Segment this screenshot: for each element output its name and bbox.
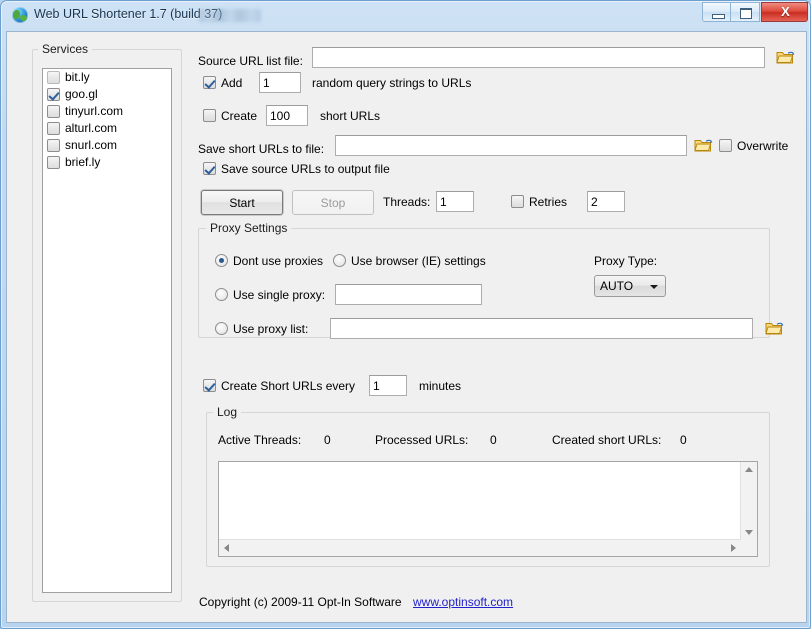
active-threads-value: 0 [324,433,331,447]
scrollbar-corner [741,540,757,556]
service-checkbox-briefly[interactable] [47,156,60,169]
retries-input[interactable] [587,191,625,212]
source-url-input[interactable] [312,47,765,68]
active-threads-label: Active Threads: [218,433,302,447]
log-horizontal-scrollbar[interactable] [219,539,741,556]
overwrite-label: Overwrite [737,139,789,153]
scroll-right-icon[interactable] [731,544,736,552]
service-checkbox-googl[interactable] [47,88,60,101]
list-item[interactable]: tinyurl.com [43,103,171,120]
window-controls: X [702,2,808,22]
processed-urls-label: Processed URLs: [375,433,469,447]
service-checkbox-snurl[interactable] [47,139,60,152]
create-urls-checkbox[interactable] [203,109,216,122]
proxy-browser-radio[interactable] [333,254,346,267]
proxy-settings-title: Proxy Settings [206,221,292,235]
maximize-button[interactable] [731,2,760,22]
client-area: Services bit.ly goo.gl tinyurl.com altur… [6,31,807,623]
service-label: bit.ly [65,70,90,84]
service-label: goo.gl [65,87,98,101]
list-item[interactable]: goo.gl [43,86,171,103]
start-button[interactable]: Start [201,190,283,215]
minimize-icon [712,14,725,19]
save-to-input[interactable] [335,135,687,156]
source-browse-folder-open-icon[interactable] [776,49,795,65]
created-urls-label: Created short URLs: [552,433,662,447]
services-group-title: Services [38,42,93,56]
service-label: brief.ly [65,155,101,169]
list-item[interactable]: brief.ly [43,154,171,171]
create-urls-suffix-label: short URLs [320,109,381,123]
copyright-text: Copyright (c) 2009-11 Opt-In Software [199,595,402,609]
schedule-unit-label: minutes [419,379,462,393]
maximize-icon [740,8,752,19]
save-source-label: Save source URLs to output file [221,162,390,176]
scroll-left-icon[interactable] [224,544,229,552]
optinsoft-website-link[interactable]: www.optinsoft.com [413,595,513,609]
application-window: Web URL Shortener 1.7 (build 37) X Servi… [0,0,811,629]
save-to-label: Save short URLs to file: [198,142,325,156]
proxy-list-browse-folder-open-icon[interactable] [765,320,784,336]
proxy-type-value: AUTO [600,279,634,293]
scroll-down-icon[interactable] [745,530,753,535]
save-source-checkbox[interactable] [203,162,216,175]
log-vertical-scrollbar[interactable] [740,462,757,540]
add-query-count-input[interactable] [259,72,301,93]
service-checkbox-bitly[interactable] [47,71,60,84]
proxy-none-radio[interactable] [215,254,228,267]
log-group-title: Log [213,405,242,419]
globe-icon [12,7,28,23]
service-checkbox-alturl[interactable] [47,122,60,135]
list-item[interactable]: alturl.com [43,120,171,137]
list-item[interactable]: bit.ly [43,69,171,86]
service-checkbox-tinyurl[interactable] [47,105,60,118]
service-label: tinyurl.com [65,104,124,118]
overwrite-checkbox[interactable] [719,139,732,152]
add-query-checkbox[interactable] [203,76,216,89]
source-url-label: Source URL list file: [198,54,303,68]
create-urls-count-input[interactable] [266,105,308,126]
log-output-textarea[interactable] [218,461,758,557]
schedule-minutes-input[interactable] [369,375,407,396]
list-item[interactable]: snurl.com [43,137,171,154]
proxy-list-input[interactable] [330,318,753,339]
proxy-none-label: Dont use proxies [233,254,324,268]
title-bar[interactable]: Web URL Shortener 1.7 (build 37) X [1,1,811,30]
created-urls-value: 0 [680,433,687,447]
create-urls-label: Create [221,109,258,123]
service-label: snurl.com [65,138,118,152]
proxy-list-radio[interactable] [215,322,228,335]
add-query-suffix-label: random query strings to URLs [312,76,472,90]
save-to-browse-folder-open-icon[interactable] [694,137,713,153]
processed-urls-value: 0 [490,433,497,447]
service-label: alturl.com [65,121,118,135]
stop-button: Stop [292,190,374,215]
proxy-single-input[interactable] [335,284,482,305]
window-frame: Web URL Shortener 1.7 (build 37) X Servi… [0,0,811,629]
proxy-type-label: Proxy Type: [594,254,658,268]
retries-checkbox[interactable] [511,195,524,208]
threads-label: Threads: [383,195,431,209]
proxy-single-label: Use single proxy: [233,288,326,302]
services-listbox[interactable]: bit.ly goo.gl tinyurl.com alturl.com snu… [42,68,172,593]
proxy-list-label: Use proxy list: [233,322,309,336]
retries-label: Retries [529,195,568,209]
threads-input[interactable] [436,191,474,212]
add-query-label: Add [221,76,243,90]
close-icon: X [781,4,790,19]
scroll-up-icon[interactable] [745,467,753,472]
minimize-button[interactable] [702,2,731,22]
schedule-checkbox[interactable] [203,379,216,392]
proxy-type-select[interactable]: AUTO [594,275,666,297]
proxy-browser-label: Use browser (IE) settings [351,254,486,268]
chevron-down-icon [650,285,658,289]
blurred-title-suffix [199,9,261,22]
proxy-single-radio[interactable] [215,288,228,301]
close-button[interactable]: X [761,2,808,22]
schedule-label: Create Short URLs every [221,379,356,393]
window-title: Web URL Shortener 1.7 (build 37) [34,7,223,21]
